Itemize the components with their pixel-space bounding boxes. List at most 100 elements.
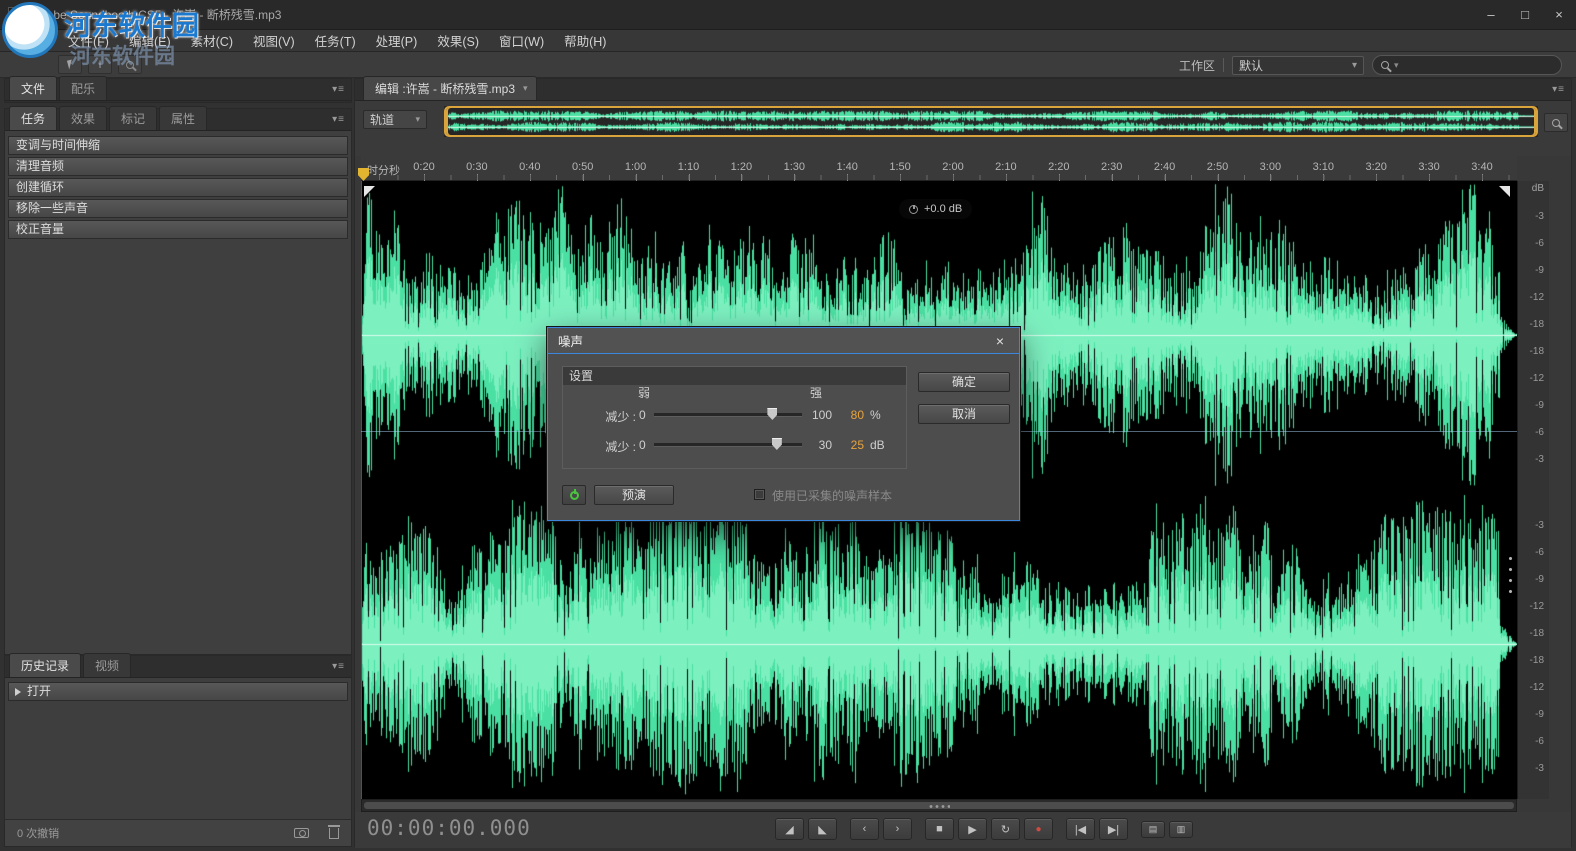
menu-item[interactable]: 任务(T) — [305, 29, 366, 52]
transport-group: ▤ ▥ — [1141, 818, 1193, 840]
window-title: Adobe Soundbooth CS5 - 许嵩 - 断桥残雪.mp3 — [32, 8, 282, 22]
time-selection-tool-icon[interactable]: I — [88, 55, 112, 74]
menu-item[interactable]: 素材(C) — [181, 29, 243, 52]
horizontal-scrollbar[interactable] — [361, 799, 1517, 812]
slider-thumb[interactable] — [771, 438, 782, 450]
ok-button[interactable]: 确定 — [918, 372, 1010, 392]
history-tab-0[interactable]: 历史记录 — [9, 653, 82, 677]
task-tab-2[interactable]: 标记 — [109, 106, 158, 130]
tasks-panel: 任务 效果 标记 属性 ▾≡ 变调与时间伸缩 清理音频创建循环移除一些声音 校正音量 — [4, 106, 352, 655]
db-tick-label: -6 — [1535, 736, 1544, 747]
task-item[interactable]: 清理音频 — [8, 157, 348, 176]
task-item[interactable]: 移除一些声音 — [8, 199, 348, 218]
task-item[interactable]: 变调与时间伸缩 — [8, 136, 348, 155]
zoom-tool-icon[interactable] — [118, 55, 142, 74]
record-button[interactable]: ● — [1024, 818, 1053, 840]
menu-item[interactable]: 编辑(E) — [119, 29, 181, 52]
selection-handle-top-left[interactable] — [364, 186, 375, 197]
timecode-display[interactable]: 00:00:00.000 — [367, 816, 531, 840]
stop-button[interactable]: ■ — [925, 818, 954, 840]
menu-item[interactable]: 帮助(H) — [554, 29, 616, 52]
next-marker-button[interactable]: ▶| — [1099, 818, 1128, 840]
editor-tab[interactable]: 编辑 :许嵩 - 断桥残雪.mp3 ▾ — [363, 76, 537, 100]
task-tab-3[interactable]: 属性 — [159, 106, 208, 130]
overview-canvas[interactable] — [447, 109, 1535, 134]
snapshot-icon[interactable] — [294, 828, 309, 838]
db-tick-label: -12 — [1529, 682, 1544, 693]
loop-play-button[interactable]: ↻ — [991, 818, 1020, 840]
meter-b-button[interactable]: ▥ — [1169, 821, 1193, 838]
db-tick-label: -6 — [1535, 427, 1544, 438]
strong-label: 强 — [810, 386, 823, 400]
skip-back-button[interactable]: ‹ — [850, 818, 879, 840]
prev-marker-button[interactable]: |◀ — [1066, 818, 1095, 840]
tasks-panel-tabs: 任务 效果 标记 属性 ▾≡ — [5, 106, 351, 131]
track-label: 轨道 — [370, 113, 395, 127]
timeline-ruler[interactable]: 时分秒 0:20 0:30 0:40 0:50 1:00 1:10 1:20 1:30 1:40… — [358, 156, 1517, 181]
slider-value[interactable]: 25 — [842, 438, 864, 452]
minimize-button[interactable]: – — [1474, 2, 1508, 28]
trash-icon[interactable] — [328, 824, 340, 839]
workspace-value: 默认 — [1239, 58, 1264, 73]
panel-menu-icon[interactable]: ▾≡ — [1552, 84, 1565, 95]
slider-value[interactable]: 80 — [842, 408, 864, 422]
fade-out-button[interactable]: ◣ — [808, 818, 837, 840]
meter-a-button[interactable]: ▤ — [1141, 821, 1165, 838]
menu-item[interactable]: 视图(V) — [243, 29, 305, 52]
task-item[interactable]: 校正音量 — [8, 220, 348, 239]
dialog-title-bar[interactable]: 噪声 × — [548, 328, 1019, 354]
history-item-open[interactable]: 打开 — [8, 682, 348, 701]
noise-dialog: 噪声 × 设置 弱 强 减少 : 0 100 80 % 减少 : 0 30 25… — [547, 327, 1020, 521]
skip-forward-button[interactable]: › — [883, 818, 912, 840]
vertical-scrollbar-grip[interactable] — [1507, 553, 1514, 599]
pointer-tool-icon[interactable] — [58, 55, 82, 74]
chevron-down-icon[interactable]: ▾ — [523, 83, 528, 94]
volume-hud[interactable]: +0.0 dB — [899, 199, 973, 219]
ruler-tick: 2:20 — [1043, 161, 1075, 181]
noise-floor-slider[interactable] — [654, 438, 802, 450]
close-button[interactable]: × — [1542, 2, 1576, 28]
slider-max: 30 — [818, 438, 832, 452]
playhead-marker[interactable] — [358, 168, 369, 181]
ruler-tick: 1:40 — [831, 161, 863, 181]
maximize-button[interactable]: □ — [1508, 2, 1542, 28]
task-tab-1[interactable]: 效果 — [59, 106, 108, 130]
menu-item[interactable]: 窗口(W) — [489, 29, 554, 52]
track-dropdown[interactable]: 轨道 ▾ — [363, 110, 427, 129]
search-input[interactable]: ▾ — [1372, 55, 1562, 75]
db-tick-label: -18 — [1529, 655, 1544, 666]
preview-button[interactable]: 预演 — [594, 485, 674, 505]
db-tick-label: -12 — [1529, 601, 1544, 612]
slider-min: 0 — [639, 408, 646, 422]
menu-item[interactable]: 效果(S) — [427, 29, 489, 52]
db-tick-label: -6 — [1535, 547, 1544, 558]
workspace-dropdown[interactable]: 默认 ▾ — [1232, 55, 1364, 75]
files-tab-0[interactable]: 文件 — [9, 76, 58, 100]
selection-handle-top-right[interactable] — [1499, 186, 1510, 197]
transport-group: |◀ ▶| — [1066, 818, 1128, 840]
menu-item[interactable]: 处理(P) — [366, 29, 428, 52]
task-list: 变调与时间伸缩 清理音频创建循环移除一些声音 校正音量 — [5, 131, 351, 246]
files-tab-1[interactable]: 配乐 — [59, 76, 108, 100]
history-state-icon — [15, 687, 21, 696]
panel-menu-icon[interactable]: ▾≡ — [332, 661, 345, 672]
effect-power-button[interactable] — [562, 485, 586, 505]
cancel-button[interactable]: 取消 — [918, 404, 1010, 424]
noise-reduction-slider[interactable] — [654, 408, 802, 420]
zoom-icon[interactable] — [1544, 113, 1568, 132]
panel-menu-icon[interactable]: ▾≡ — [332, 84, 345, 95]
horizontal-scrollbar-thumb[interactable] — [364, 802, 1514, 809]
panel-menu-icon[interactable]: ▾≡ — [332, 114, 345, 125]
task-tab-0[interactable]: 任务 — [9, 106, 58, 130]
menu-item[interactable]: 文件(F) — [58, 29, 119, 52]
task-item[interactable]: 创建循环 — [8, 178, 348, 197]
play-button[interactable]: ▶ — [958, 818, 987, 840]
dialog-close-icon[interactable]: × — [991, 333, 1009, 349]
overview-waveform[interactable] — [444, 106, 1538, 137]
fade-in-button[interactable]: ◢ — [775, 818, 804, 840]
history-tab-1[interactable]: 视频 — [83, 653, 132, 677]
slider-unit: % — [870, 408, 881, 422]
volume-hud-value[interactable]: +0.0 dB — [924, 203, 962, 215]
slider-thumb[interactable] — [767, 408, 778, 420]
noise-sample-checkbox[interactable] — [754, 489, 765, 500]
